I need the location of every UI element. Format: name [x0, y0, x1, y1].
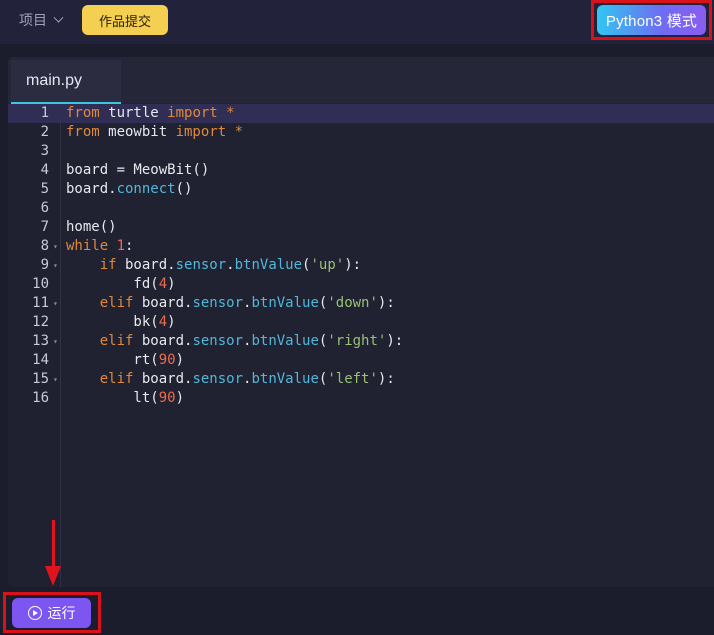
code-text: home() [66, 219, 117, 235]
code-line[interactable]: 11 ▾ elif board.sensor.btnValue('down'): [8, 294, 714, 313]
code-line[interactable]: 15 ▾ elif board.sensor.btnValue('left'): [8, 370, 714, 389]
code-text: fd(4) [66, 276, 176, 292]
play-circle-icon [27, 606, 42, 620]
code-text: board.connect() [66, 181, 193, 197]
line-number: 8 [40, 238, 49, 254]
tab-main-py[interactable]: main.py [11, 60, 121, 104]
line-number: 9 [40, 257, 49, 273]
submit-work-button[interactable]: 作品提交 [82, 5, 168, 35]
code-line[interactable]: 2 from meowbit import * [8, 123, 714, 142]
fold-arrow-icon[interactable]: ▾ [53, 370, 58, 389]
line-number: 10 [32, 276, 49, 292]
run-button[interactable]: 运行 [12, 598, 91, 628]
code-line[interactable]: 8 ▾ while 1: [8, 237, 714, 256]
code-line[interactable]: 7 home() [8, 218, 714, 237]
line-number: 4 [40, 162, 49, 178]
line-number: 3 [40, 143, 49, 159]
code-text: bk(4) [66, 314, 176, 330]
line-number: 1 [40, 105, 49, 121]
code-line[interactable]: 9 ▾ if board.sensor.btnValue('up'): [8, 256, 714, 275]
line-number: 5 [40, 181, 49, 197]
code-text: from turtle import * [66, 105, 235, 121]
code-line[interactable]: 16 lt(90) [8, 389, 714, 408]
code-line[interactable]: 1 from turtle import * [8, 104, 714, 123]
code-area[interactable]: 1 from turtle import * 2 from meowbit impor… [8, 104, 714, 587]
project-menu[interactable]: 项目 [19, 10, 64, 30]
code-text: while 1: [66, 238, 134, 254]
line-number: 14 [32, 352, 49, 368]
code-text: from meowbit import * [66, 124, 244, 140]
python3-mode-button[interactable]: Python3 模式 [597, 5, 706, 35]
line-number: 13 [32, 333, 49, 349]
code-text: rt(90) [66, 352, 185, 368]
code-text: lt(90) [66, 390, 185, 406]
code-line[interactable]: 13 ▾ elif board.sensor.btnValue('right'): [8, 332, 714, 351]
code-text: elif board.sensor.btnValue('down'): [99, 295, 395, 311]
run-button-label: 运行 [47, 605, 76, 621]
project-menu-label: 项目 [19, 12, 47, 28]
fold-arrow-icon[interactable]: ▾ [53, 237, 58, 256]
code-line[interactable]: 3 [8, 142, 714, 161]
code-line[interactable]: 6 [8, 199, 714, 218]
editor-tab-bar: main.py [8, 57, 714, 104]
fold-arrow-icon[interactable]: ▾ [53, 294, 58, 313]
code-line[interactable]: 5 board.connect() [8, 180, 714, 199]
code-text: board = MeowBit() [66, 162, 210, 178]
line-number: 7 [40, 219, 49, 235]
line-number: 16 [32, 390, 49, 406]
code-editor: main.py 1 from turtle import * 2 from meowb… [8, 57, 714, 587]
code-text: elif board.sensor.btnValue('left'): [99, 371, 395, 387]
line-number: 6 [40, 200, 49, 216]
annotation-arrow-shaft [52, 520, 55, 570]
code-line[interactable]: 12 bk(4) [8, 313, 714, 332]
chevron-down-icon [53, 12, 64, 23]
bottom-toolbar [0, 591, 714, 635]
line-number: 12 [32, 314, 49, 330]
code-text: if board.sensor.btnValue('up'): [99, 257, 362, 273]
line-number: 15 [32, 371, 49, 387]
fold-arrow-icon[interactable]: ▾ [53, 332, 58, 351]
code-line[interactable]: 14 rt(90) [8, 351, 714, 370]
code-line[interactable]: 4 board = MeowBit() [8, 161, 714, 180]
line-number: 11 [32, 295, 49, 311]
arrow-down-icon [45, 566, 61, 586]
code-line[interactable]: 10 fd(4) [8, 275, 714, 294]
line-number: 2 [40, 124, 49, 140]
fold-arrow-icon[interactable]: ▾ [53, 256, 58, 275]
code-text: elif board.sensor.btnValue('right'): [99, 333, 404, 349]
